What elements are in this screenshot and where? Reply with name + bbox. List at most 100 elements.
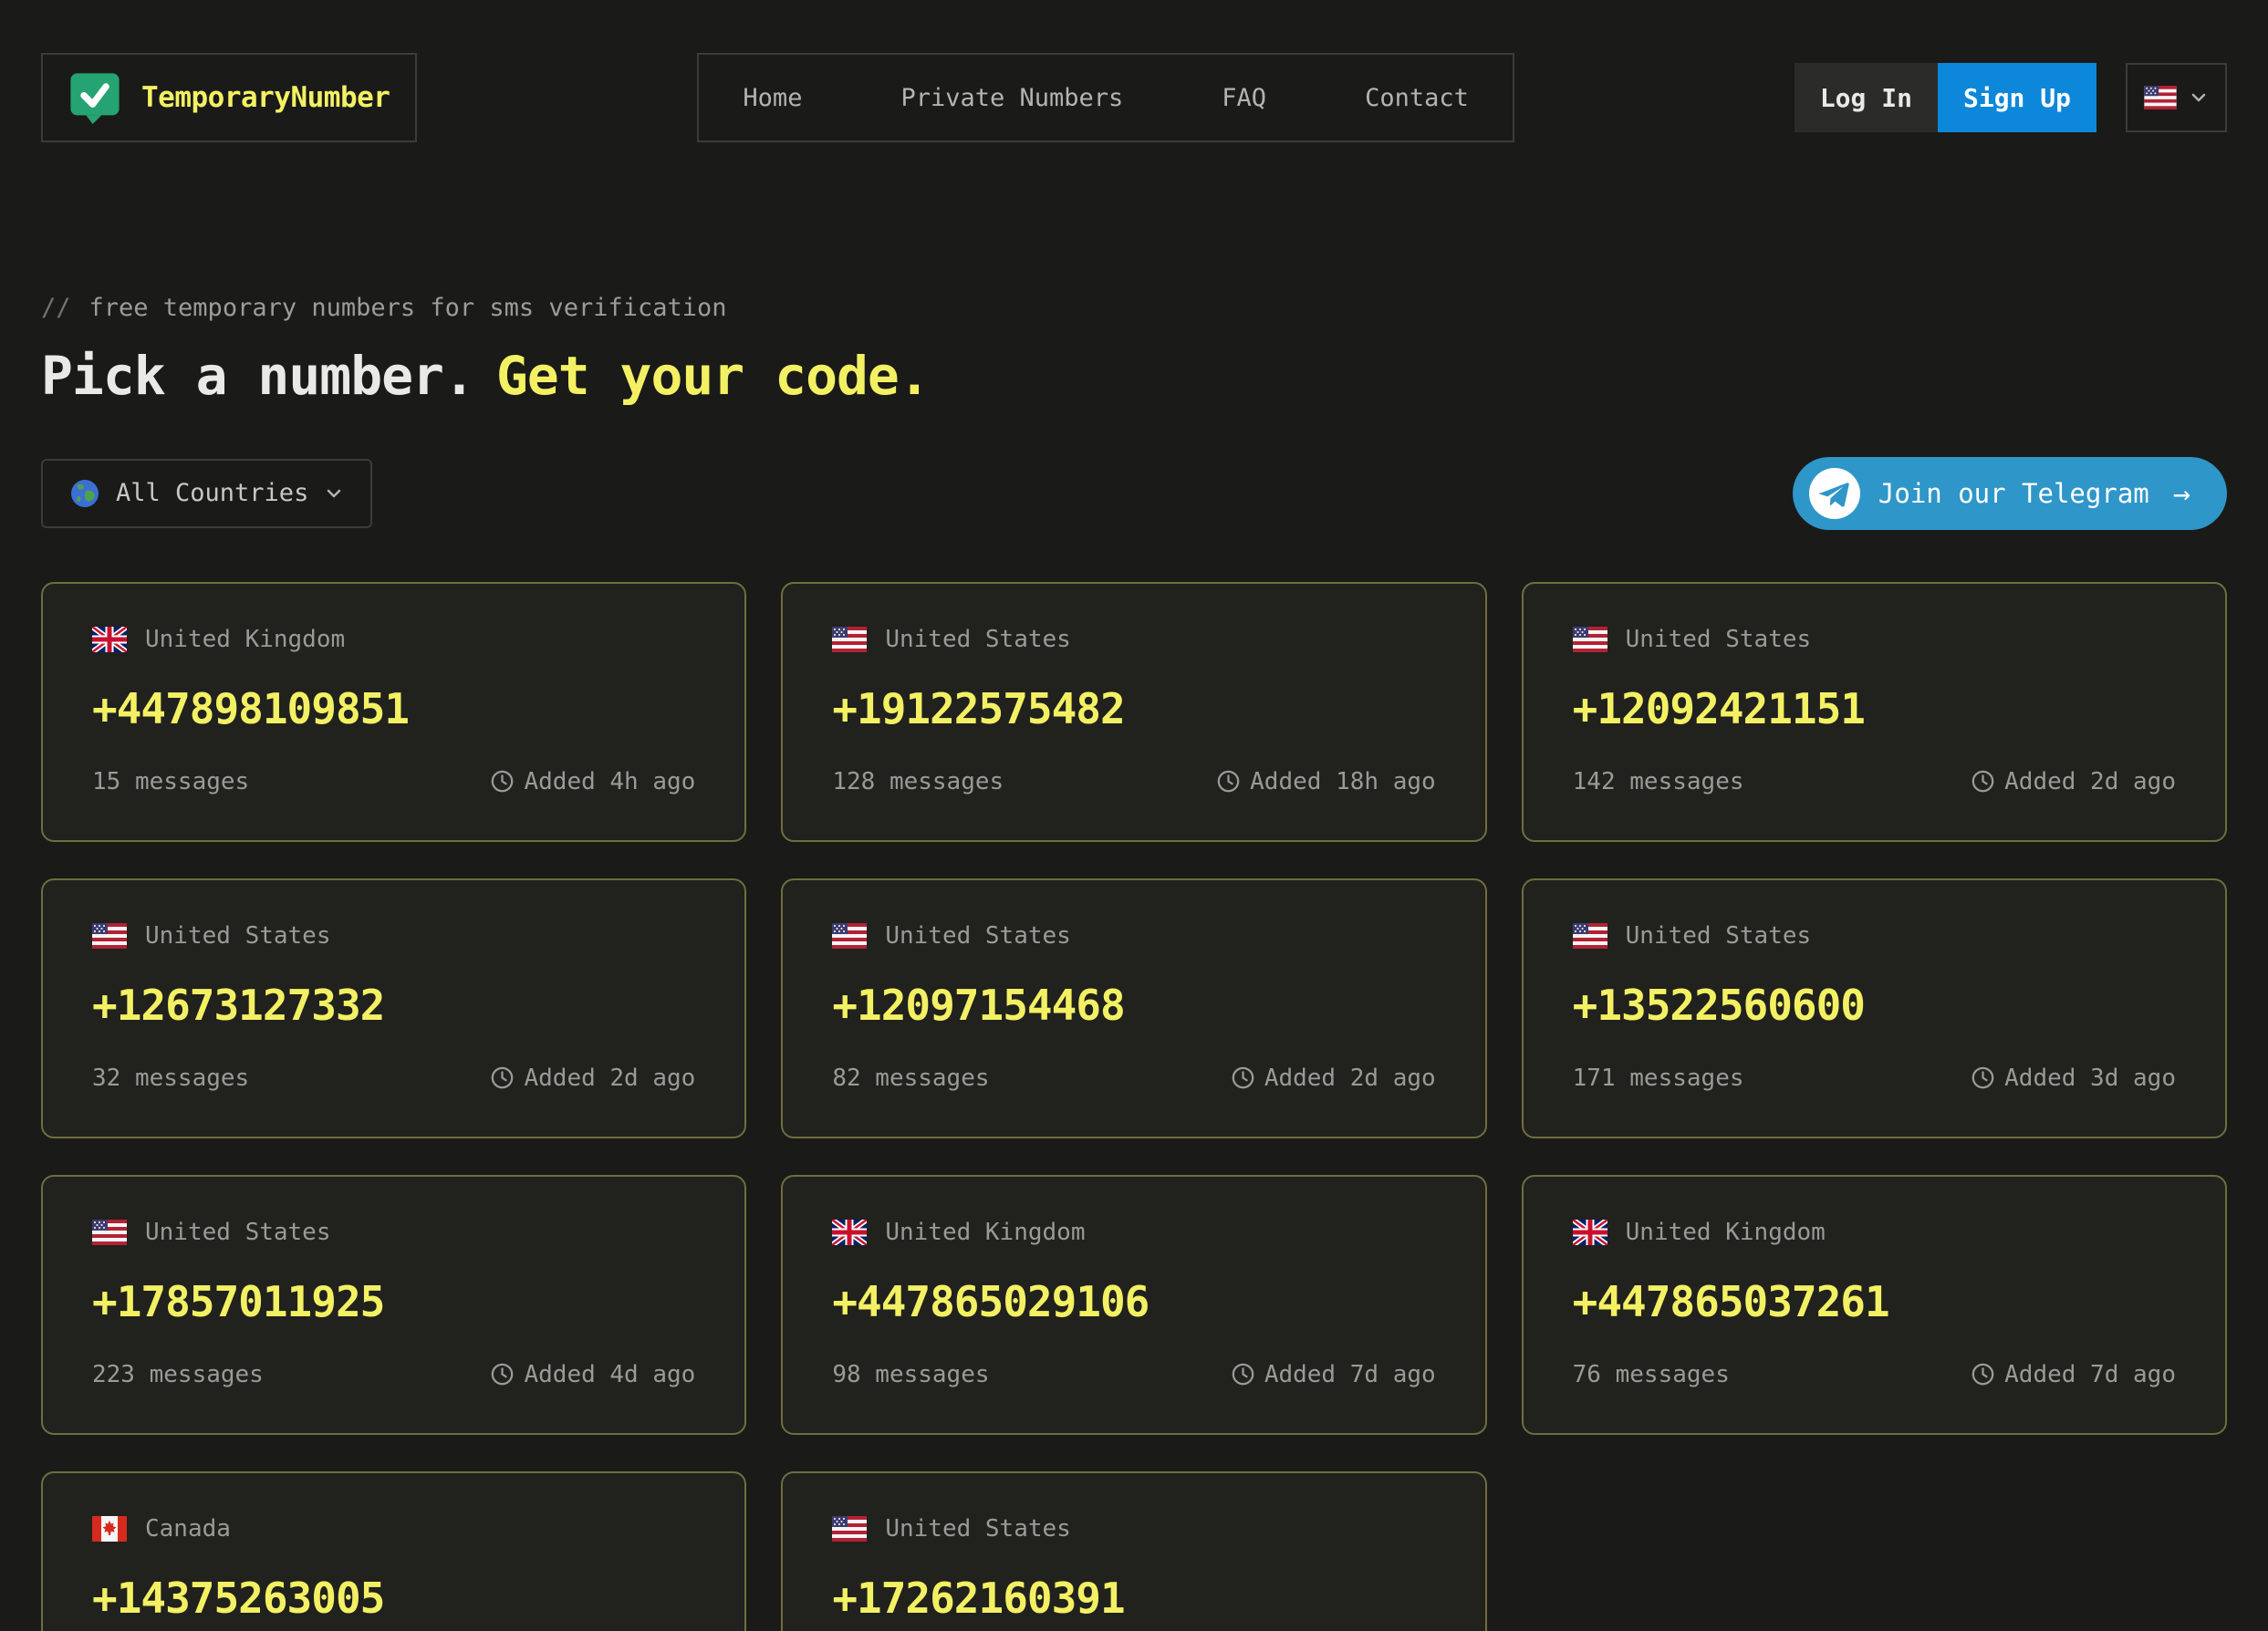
nav-item-home[interactable]: Home (743, 84, 802, 112)
nav-item-faq[interactable]: FAQ (1222, 84, 1266, 112)
clock-icon (1231, 1065, 1255, 1090)
filter-row: All Countries Join our Telegram → (41, 457, 2227, 530)
canada-flag-icon (92, 1516, 127, 1542)
us-flag-icon (832, 1516, 867, 1542)
join-telegram-button[interactable]: Join our Telegram → (1793, 457, 2227, 530)
clock-icon (1971, 1362, 1995, 1387)
number-card[interactable]: United States +12673127332 32 messages A… (41, 878, 746, 1138)
us-flag-icon (1573, 923, 1607, 949)
clock-icon (1971, 769, 1995, 794)
globe-icon (68, 477, 101, 510)
clock-icon (1216, 769, 1241, 794)
number-card[interactable]: United Kingdom +447865037261 76 messages… (1522, 1175, 2227, 1435)
uk-flag-icon (832, 1220, 867, 1245)
card-phone-number: +17262160391 (832, 1574, 1435, 1623)
card-added-time: Added 4h ago (524, 768, 695, 795)
logo-text: TemporaryNumber (141, 81, 390, 114)
auth-area: Log In Sign Up (1795, 63, 2227, 132)
card-phone-number: +14375263005 (92, 1574, 695, 1623)
card-country: United Kingdom (145, 626, 345, 653)
telegram-button-label: Join our Telegram (1878, 478, 2149, 509)
chevron-down-icon (2188, 87, 2210, 109)
telegram-icon (1809, 468, 1860, 519)
country-filter-label: All Countries (116, 479, 308, 507)
card-phone-number: +12097154468 (832, 981, 1435, 1030)
number-card[interactable]: Canada +14375263005 (41, 1471, 746, 1631)
login-button[interactable]: Log In (1795, 63, 1938, 132)
uk-flag-icon (1573, 1220, 1607, 1245)
card-phone-number: +19122575482 (832, 684, 1435, 733)
card-country: United Kingdom (885, 1219, 1085, 1246)
number-card[interactable]: United States +17262160391 (781, 1471, 1486, 1631)
hero-eyebrow: //free temporary numbers for sms verific… (41, 294, 2227, 322)
card-added-time: Added 2d ago (524, 1065, 695, 1092)
number-card[interactable]: United States +12097154468 82 messages A… (781, 878, 1486, 1138)
us-flag-icon (832, 923, 867, 949)
card-added-time: Added 2d ago (2004, 768, 2176, 795)
card-country: United States (1626, 626, 1812, 653)
card-phone-number: +447865037261 (1573, 1277, 2176, 1326)
us-flag-icon (832, 627, 867, 652)
card-added-time: Added 7d ago (1264, 1361, 1436, 1388)
card-message-count: 32 messages (92, 1065, 249, 1092)
card-message-count: 15 messages (92, 768, 249, 795)
card-message-count: 142 messages (1573, 768, 1744, 795)
nav-item-contact[interactable]: Contact (1365, 84, 1469, 112)
card-message-count: 82 messages (832, 1065, 989, 1092)
number-card[interactable]: United Kingdom +447865029106 98 messages… (781, 1175, 1486, 1435)
clock-icon (490, 1065, 515, 1090)
card-added-time: Added 2d ago (1264, 1065, 1436, 1092)
page-title: Pick a number. Get your code. (41, 348, 2227, 406)
arrow-right-icon: → (2173, 476, 2190, 511)
card-country: United States (885, 1515, 1071, 1543)
card-message-count: 128 messages (832, 768, 1004, 795)
signup-button[interactable]: Sign Up (1938, 63, 2096, 132)
card-message-count: 223 messages (92, 1361, 264, 1388)
number-card[interactable]: United States +19122575482 128 messages … (781, 582, 1486, 842)
card-phone-number: +17857011925 (92, 1277, 695, 1326)
main-nav: Home Private Numbers FAQ Contact (697, 53, 1514, 142)
card-country: United States (145, 922, 331, 950)
country-filter-dropdown[interactable]: All Countries (41, 459, 372, 528)
number-card[interactable]: United States +13522560600 171 messages … (1522, 878, 2227, 1138)
card-message-count: 76 messages (1573, 1361, 1730, 1388)
chevron-down-icon (323, 483, 345, 504)
numbers-grid: United Kingdom +447898109851 15 messages… (41, 582, 2227, 1631)
card-added-time: Added 3d ago (2004, 1065, 2176, 1092)
uk-flag-icon (92, 627, 127, 652)
card-phone-number: +447898109851 (92, 684, 695, 733)
card-country: United States (885, 922, 1071, 950)
card-country: United States (885, 626, 1071, 653)
card-phone-number: +12092421151 (1573, 684, 2176, 733)
card-added-time: Added 18h ago (1250, 768, 1436, 795)
header: TemporaryNumber Home Private Numbers FAQ… (41, 53, 2227, 142)
check-bubble-icon (68, 71, 121, 124)
eyebrow-text: free temporary numbers for sms verificat… (89, 294, 727, 322)
card-added-time: Added 7d ago (2004, 1361, 2176, 1388)
card-phone-number: +12673127332 (92, 981, 695, 1030)
clock-icon (490, 1362, 515, 1387)
card-country: Canada (145, 1515, 231, 1543)
us-flag-icon (2144, 86, 2177, 109)
card-added-time: Added 4d ago (524, 1361, 695, 1388)
card-phone-number: +447865029106 (832, 1277, 1435, 1326)
card-country: United States (145, 1219, 331, 1246)
us-flag-icon (92, 1220, 127, 1245)
title-primary: Pick a number. (41, 345, 474, 407)
us-flag-icon (92, 923, 127, 949)
card-message-count: 98 messages (832, 1361, 989, 1388)
number-card[interactable]: United States +12092421151 142 messages … (1522, 582, 2227, 842)
nav-item-private-numbers[interactable]: Private Numbers (900, 84, 1123, 112)
clock-icon (1971, 1065, 1995, 1090)
logo[interactable]: TemporaryNumber (41, 53, 417, 142)
language-switcher[interactable] (2126, 63, 2227, 132)
us-flag-icon (1573, 627, 1607, 652)
hero-section: //free temporary numbers for sms verific… (41, 294, 2227, 406)
number-card[interactable]: United Kingdom +447898109851 15 messages… (41, 582, 746, 842)
card-country: United States (1626, 922, 1812, 950)
number-card[interactable]: United States +17857011925 223 messages … (41, 1175, 746, 1435)
card-phone-number: +13522560600 (1573, 981, 2176, 1030)
title-accent: Get your code. (496, 345, 930, 407)
clock-icon (490, 769, 515, 794)
card-message-count: 171 messages (1573, 1065, 1744, 1092)
